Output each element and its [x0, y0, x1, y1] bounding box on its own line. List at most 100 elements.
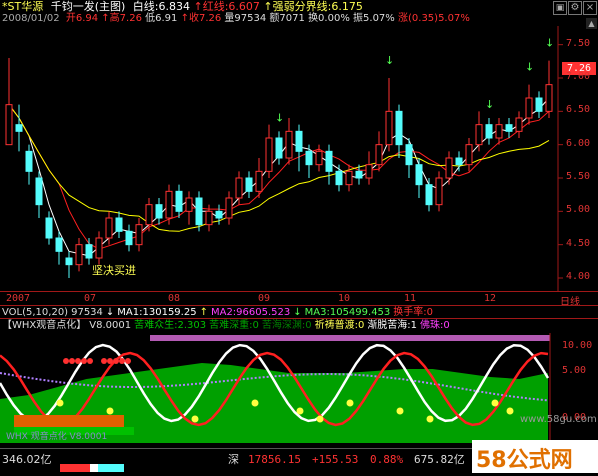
indicator-l6: 佛珠:0 — [420, 320, 450, 331]
candle-body — [215, 210, 223, 219]
indicator-title[interactable]: 千钧一发(主图) — [51, 0, 126, 13]
ma-red-line — [8, 104, 550, 250]
candle-body — [505, 124, 513, 132]
chevron-up-icon[interactable]: ▲ — [586, 18, 597, 29]
candle-body — [425, 184, 433, 206]
red-line-value: 红线:6.607 — [202, 0, 260, 13]
candle-body — [105, 217, 113, 239]
watermark: www.58gu.com — [520, 414, 597, 425]
signal-dot — [106, 407, 114, 415]
candle-body — [415, 164, 423, 186]
gear-icon[interactable]: ⚙ — [568, 1, 582, 15]
candle-body — [55, 237, 63, 252]
turnover-value: 换手率:0 — [393, 307, 434, 318]
red-signal-dot — [101, 358, 107, 364]
up-arrow-icon: ↑ — [180, 13, 189, 24]
candle-body — [205, 210, 213, 226]
x-axis-label: 2007 — [6, 293, 31, 304]
y-tick-label: 4.00 — [566, 271, 591, 282]
candle-body — [75, 244, 83, 266]
white-line-value: 白线:6.834 — [132, 0, 190, 13]
logo-text: 58公式网 — [476, 448, 573, 473]
red-signal-dot — [69, 358, 75, 364]
candle-body — [385, 110, 393, 146]
quote-line: 2008/01/02 开6.94 ↑高7.26 低6.91 ↑收7.26 量97… — [2, 13, 470, 25]
candle-body — [35, 177, 43, 206]
indicator-chart[interactable] — [0, 333, 598, 443]
site-logo: 58公式网 — [472, 440, 598, 473]
breadth-bar — [60, 457, 124, 472]
indicator-l5: 渐脱苦海:1 — [367, 320, 418, 331]
signal-dot — [56, 399, 64, 407]
ma3-value: MA3:105499.453 — [304, 307, 391, 318]
candle-body — [275, 137, 283, 159]
candle-body — [155, 204, 163, 219]
index-b-amount: 675.82亿 — [414, 453, 465, 466]
indicator-name[interactable]: 【WHX观音点化】 — [2, 320, 86, 331]
candle-body — [255, 170, 263, 192]
indicator-l1: 苦难众生:2.303 — [134, 320, 207, 331]
candle-body — [285, 130, 293, 159]
candle-body — [5, 104, 13, 146]
turnover: 换0.00% — [308, 13, 350, 24]
candle-body — [305, 150, 313, 166]
indicator-version: V8.0001 — [89, 320, 132, 331]
indicator-legend: 【WHX观音点化】 V8.0001 苦难众生:2.303 苦难深重:0 苦海深渊:0 祈祷… — [2, 320, 453, 332]
close-icon[interactable]: × — [583, 1, 597, 15]
candle-body — [455, 157, 463, 166]
price-chart[interactable]: ↓ ↓ ↓ ↓ ↓ — [0, 26, 598, 291]
signal-dot — [251, 399, 259, 407]
candle-body — [245, 177, 253, 192]
candle-body — [345, 170, 353, 186]
candle-body — [235, 177, 243, 199]
candle-body — [515, 117, 523, 132]
vol-value: 97534 — [71, 307, 103, 318]
indicator-l3: 苦海深渊:0 — [261, 320, 312, 331]
signal-dot — [316, 415, 324, 423]
y-tick-label: 7.00 — [566, 71, 591, 82]
change: 涨(0.35)5.07% — [398, 13, 470, 24]
candle-body — [395, 110, 403, 146]
candle-body — [465, 144, 473, 166]
candle-body — [135, 224, 143, 246]
y-tick-label: 5.00 — [566, 204, 591, 216]
candle-body — [175, 190, 183, 212]
candle-body — [225, 197, 233, 219]
candle-body — [125, 230, 133, 246]
x-axis-label: 11 — [404, 293, 417, 304]
candle-body — [95, 237, 103, 259]
y-tick-label: 4.50 — [566, 237, 591, 249]
red-signal-dot — [113, 358, 119, 364]
index-b-name[interactable]: 深 — [228, 453, 239, 466]
axis-divider — [0, 291, 598, 292]
stock-name[interactable]: *ST华源 — [2, 0, 43, 13]
y-tick-label: 7.50 — [566, 37, 591, 49]
x-axis-label: 10 — [338, 293, 351, 304]
up-arrow-icon: ↓ — [293, 307, 302, 318]
candle-body — [185, 197, 193, 212]
index-b-pct: 0.88% — [370, 453, 404, 466]
x-axis-label: 08 — [168, 293, 181, 304]
x-axis-label: 12 — [484, 293, 497, 304]
ma1-value: MA1:130159.25 — [117, 307, 197, 318]
candle-body — [65, 257, 73, 266]
quote-date: 2008/01/02 — [2, 13, 60, 24]
candle-body — [25, 150, 33, 172]
signal-dot — [191, 415, 199, 423]
index-b-value: 17856.15 — [248, 453, 301, 466]
up-arrow-icon: ↑ — [193, 0, 203, 13]
indicator-y-tick: 5.00 — [562, 365, 587, 376]
close-price: 收7.26 — [188, 13, 222, 24]
indicator-divider — [0, 318, 598, 319]
y-tick-label: 6.50 — [566, 104, 591, 116]
red-signal-dot — [107, 358, 113, 364]
red-signal-dot — [63, 358, 69, 364]
open-price: 开6.94 — [65, 13, 99, 24]
high-price: 高7.26 — [109, 13, 142, 24]
candle-body — [45, 217, 53, 239]
signal-dot — [346, 399, 354, 407]
buy-annotation: 坚决买进 — [92, 264, 136, 277]
period-icon[interactable]: ▣ — [553, 1, 567, 15]
orange-block — [14, 415, 124, 427]
vol-label: VOL(5,10,20) — [2, 307, 69, 318]
